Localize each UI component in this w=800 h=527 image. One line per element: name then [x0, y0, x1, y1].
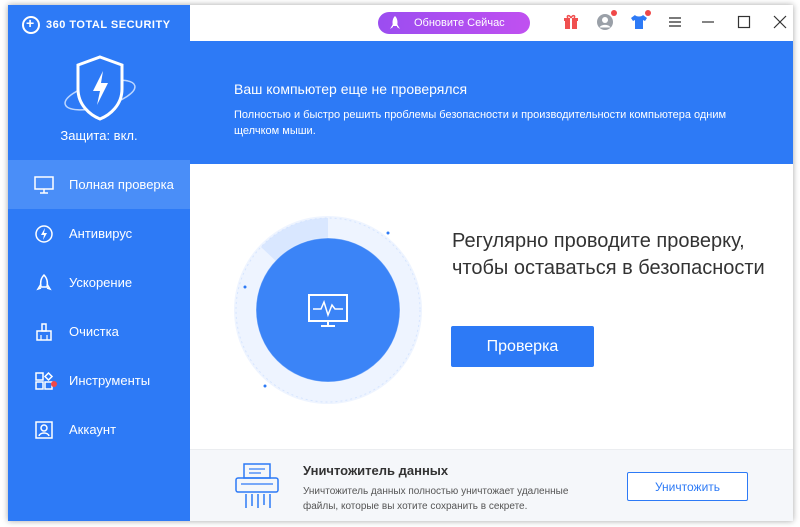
update-now-button[interactable]: Обновите Сейчас — [378, 12, 530, 34]
gift-icon[interactable] — [561, 12, 581, 32]
main-panel: Регулярно проводите проверку, чтобы оста… — [190, 164, 793, 449]
update-label: Обновите Сейчас — [414, 17, 505, 29]
sidebar-item-account[interactable]: Аккаунт — [8, 405, 190, 454]
shredder-description: Уничтожитель данных полностью уничтожает… — [303, 486, 569, 512]
brand: 360 TOTAL SECURITY — [22, 15, 171, 34]
sidebar-item-label: Полная проверка — [69, 177, 174, 192]
monitor-icon — [33, 174, 55, 196]
scan-button[interactable]: Проверка — [451, 326, 594, 367]
scan-headline: Регулярно проводите проверку, чтобы оста… — [452, 230, 765, 279]
sidebar: 360 TOTAL SECURITY Защита: вкл. Полная п… — [8, 5, 190, 521]
close-icon[interactable] — [773, 15, 787, 29]
sidebar-item-tools[interactable]: Инструменты — [8, 356, 190, 405]
skin-badge — [645, 10, 651, 16]
brand-logo-icon — [22, 15, 40, 34]
sidebar-item-label: Очистка — [69, 324, 119, 339]
banner-title: Ваш компьютер еще не проверялся — [234, 81, 468, 97]
app-window: 360 TOTAL SECURITY Защита: вкл. Полная п… — [8, 5, 793, 521]
broom-icon — [33, 321, 55, 343]
menu-icon[interactable] — [665, 12, 685, 32]
sidebar-item-cleanup[interactable]: Очистка — [8, 307, 190, 356]
shredder-title: Уничтожитель данных — [303, 463, 449, 478]
shredder-icon — [235, 463, 279, 508]
rocket-icon — [33, 272, 55, 294]
minimize-icon[interactable] — [701, 15, 715, 29]
user-badge — [611, 10, 617, 16]
antivirus-icon — [33, 223, 55, 245]
sidebar-item-label: Инструменты — [69, 373, 151, 388]
user-icon[interactable] — [595, 10, 617, 32]
brand-name: 360 TOTAL SECURITY — [46, 19, 171, 31]
sidebar-item-speedup[interactable]: Ускорение — [8, 258, 190, 307]
protection-status: Защита: вкл. — [60, 128, 138, 143]
tools-badge — [51, 381, 57, 387]
account-icon — [33, 419, 55, 441]
sidebar-item-label: Ускорение — [69, 275, 133, 290]
sidebar-item-label: Антивирус — [69, 226, 133, 241]
skin-icon[interactable] — [629, 10, 651, 32]
sidebar-item-antivirus[interactable]: Антивирус — [8, 209, 190, 258]
sidebar-item-label: Аккаунт — [69, 422, 117, 437]
scan-ring-graphic — [234, 216, 422, 404]
rocket-icon — [388, 15, 402, 34]
banner-subtitle: Полностью и быстро решить проблемы безоп… — [234, 109, 727, 137]
sidebar-item-full-scan[interactable]: Полная проверка — [8, 160, 190, 209]
shredder-panel: Уничтожитель данных Уничтожитель данных … — [190, 449, 793, 521]
titlebar: Обновите Сейчас — [190, 5, 793, 41]
sidebar-nav: Полная проверка Антивирус Ускорение Очис… — [8, 160, 190, 454]
shred-button[interactable]: Уничтожить — [627, 472, 748, 501]
shield-icon — [64, 55, 136, 121]
maximize-icon[interactable] — [737, 15, 751, 29]
status-banner: Ваш компьютер еще не проверялся Полность… — [190, 41, 793, 164]
